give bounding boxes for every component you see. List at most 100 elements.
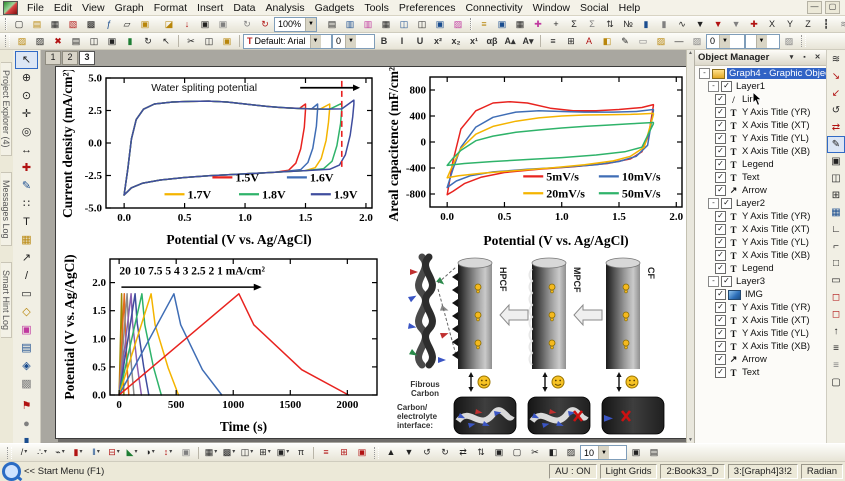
tree-item-layer3[interactable]: - ✓ Layer3 [695,275,826,288]
column-plot-icon[interactable]: ▮ [638,17,654,32]
tree-expander-icon[interactable]: - [699,68,710,79]
region-mask-icon[interactable]: ≋ [827,51,845,68]
pan-tool-icon[interactable]: ◇ [15,303,38,321]
status-light-grids[interactable]: Light Grids [599,463,658,479]
visibility-checkbox[interactable]: ✓ [715,328,726,339]
new-bottom-axis-icon[interactable]: ◻ [827,306,845,323]
menu-tools[interactable]: Tools [359,1,394,15]
decrease-font-icon[interactable]: A▾ [520,34,536,49]
search-icon[interactable] [2,461,21,481]
image-organizer-icon[interactable]: ▣ [494,17,510,32]
insert-graph-obj-icon[interactable]: ▣ ▾ [275,445,291,460]
set-values-icon[interactable]: № [620,17,636,32]
new-graph-icon[interactable]: ▧ [65,17,81,32]
scatter-plot-icon[interactable]: ∴ ▾ [34,445,50,460]
font-select[interactable]: T Default: Arial ▼ [243,33,332,49]
toolbar-grip[interactable] [374,446,379,459]
italic-icon[interactable]: I [394,34,410,49]
greek-icon[interactable]: αβ [484,34,500,49]
superscript-icon[interactable]: x² [430,34,446,49]
tree-item-text[interactable]: ✓ T Text [695,171,826,184]
tree-item-arrow[interactable]: ✓ ↗ Arrow [695,184,826,197]
scroll-down-icon[interactable]: ▼ [688,437,693,443]
equation-tool-icon[interactable]: ▦ [15,231,38,249]
chevron-down-icon[interactable]: ▾ [24,446,27,459]
save-window-icon[interactable]: ▣ [215,17,231,32]
visibility-checkbox[interactable]: ✓ [715,172,726,183]
chevron-down-icon[interactable]: ▼ [309,34,321,48]
arrow-tool-icon[interactable]: ↗ [15,249,38,267]
zoom-in-tool-icon[interactable]: ⊕ [15,69,38,87]
layer-up-icon[interactable]: ↑ [827,323,845,340]
rotate-ccw-icon[interactable]: ↺ [419,445,435,460]
layer-tab-1[interactable]: 1 [45,51,61,65]
flip-horizontal-icon[interactable]: ⇄ [455,445,471,460]
color-select[interactable]: ▼ [745,33,780,49]
align-objects-icon[interactable]: ≡ [318,445,334,460]
recalculate-auto-icon[interactable]: ↻ [257,17,273,32]
toolbar-grip[interactable] [470,18,473,30]
tree-item-y-axis-title-yl[interactable]: ✓ T Y Axis Title (YL) [695,132,826,145]
export-graph-icon[interactable]: ▮ [122,34,138,49]
visibility-checkbox[interactable]: ✓ [715,315,726,326]
supersub-icon[interactable]: x¹ [466,34,482,49]
tree-item-legend[interactable]: ✓ T Legend [695,262,826,275]
distribute-layers-icon[interactable]: ≡ [827,357,845,374]
sort-data-icon[interactable]: ⇅ [602,17,618,32]
filter-clear-icon[interactable]: ▼ [728,17,744,32]
menu-gadgets[interactable]: Gadgets [310,1,360,15]
apps-circle-icon[interactable]: ● [15,415,38,433]
chart-gcd-curves[interactable]: 0 500 1000 1500 2000 0.0 0.5 1.0 1.5 2.0 20 10 7.5… [62,251,387,440]
panel-tab-smart-hint-log[interactable]: Smart Hint Log [1,262,12,339]
new-matrix-icon[interactable]: ▩ [83,17,99,32]
theme-brush-icon[interactable]: ▣ [104,34,120,49]
new-folder-icon[interactable]: ▣ [137,17,153,32]
sort-columns-icon[interactable]: Σ [584,17,600,32]
tree-item-y-axis-title-yl[interactable]: ✓ T Y Axis Title (YL) [695,327,826,340]
eraser-icon[interactable]: ▭ [635,34,651,49]
menu-view[interactable]: View [77,1,110,15]
chevron-down-icon[interactable]: ▼ [598,446,610,459]
screen-reader-tool-icon[interactable]: ✛ [15,105,38,123]
menu-help[interactable]: Help [614,1,646,15]
mask-data-icon[interactable]: ✚ [746,17,762,32]
more-objects-icon[interactable]: ▤ [646,445,662,460]
chevron-down-icon[interactable]: ▾ [62,446,65,459]
toolbar-grip[interactable] [5,18,7,30]
visibility-checkbox[interactable]: ✓ [715,224,726,235]
copy-graph-icon[interactable]: ▣ [432,17,448,32]
toolbar-grip[interactable] [5,35,10,47]
chevron-down-icon[interactable]: ▾ [134,446,137,459]
font-size-select[interactable]: 0 ▼ [332,33,375,49]
none-designation-icon[interactable]: ≋ [836,17,845,32]
draw-data-tool-icon[interactable]: ✎ [15,177,38,195]
bold-icon[interactable]: B [376,34,392,49]
chevron-down-icon[interactable]: ▾ [97,446,100,459]
chevron-down-icon[interactable]: ▾ [268,446,271,459]
panel-grid-icon[interactable]: ◫ [827,170,845,187]
results-log-icon[interactable]: ▥ [360,17,376,32]
polar-plot-icon[interactable]: ◑ ▾ [142,445,158,460]
new-notes-icon[interactable]: ▱ [119,17,135,32]
menu-connectivity[interactable]: Connectivity [460,1,527,15]
split-workbook-icon[interactable]: ◫ [414,17,430,32]
layer-table-icon[interactable]: ⊞ ▾ [257,445,273,460]
delete-format-icon[interactable]: ✖ [50,34,66,49]
chevron-down-icon[interactable]: ▾ [117,446,120,459]
visibility-checkbox[interactable]: ✓ [715,341,726,352]
visibility-checkbox[interactable]: ✓ [715,263,726,274]
zoom-panel-tool-icon[interactable]: ⊙ [15,87,38,105]
window-view-icon[interactable]: ▦ [512,17,528,32]
stats-plot-icon[interactable]: ▮ [656,17,672,32]
send-back-icon[interactable]: ▼ [401,445,417,460]
bring-front-icon[interactable]: ▲ [383,445,399,460]
z-column-icon[interactable]: Z [800,17,816,32]
pattern-fill-icon[interactable]: ▨ [563,445,579,460]
visibility-checkbox[interactable]: ✓ [715,302,726,313]
chevron-down-icon[interactable]: ▾ [286,446,289,459]
graph-vertical-scrollbar[interactable]: ▲ ▼ [686,50,694,443]
group-icon[interactable]: ▣ [491,445,507,460]
panel-four-icon[interactable]: ⊞ [827,187,845,204]
chevron-down-icon[interactable]: ▾ [79,446,82,459]
om-close-button[interactable]: ✕ [812,52,823,63]
